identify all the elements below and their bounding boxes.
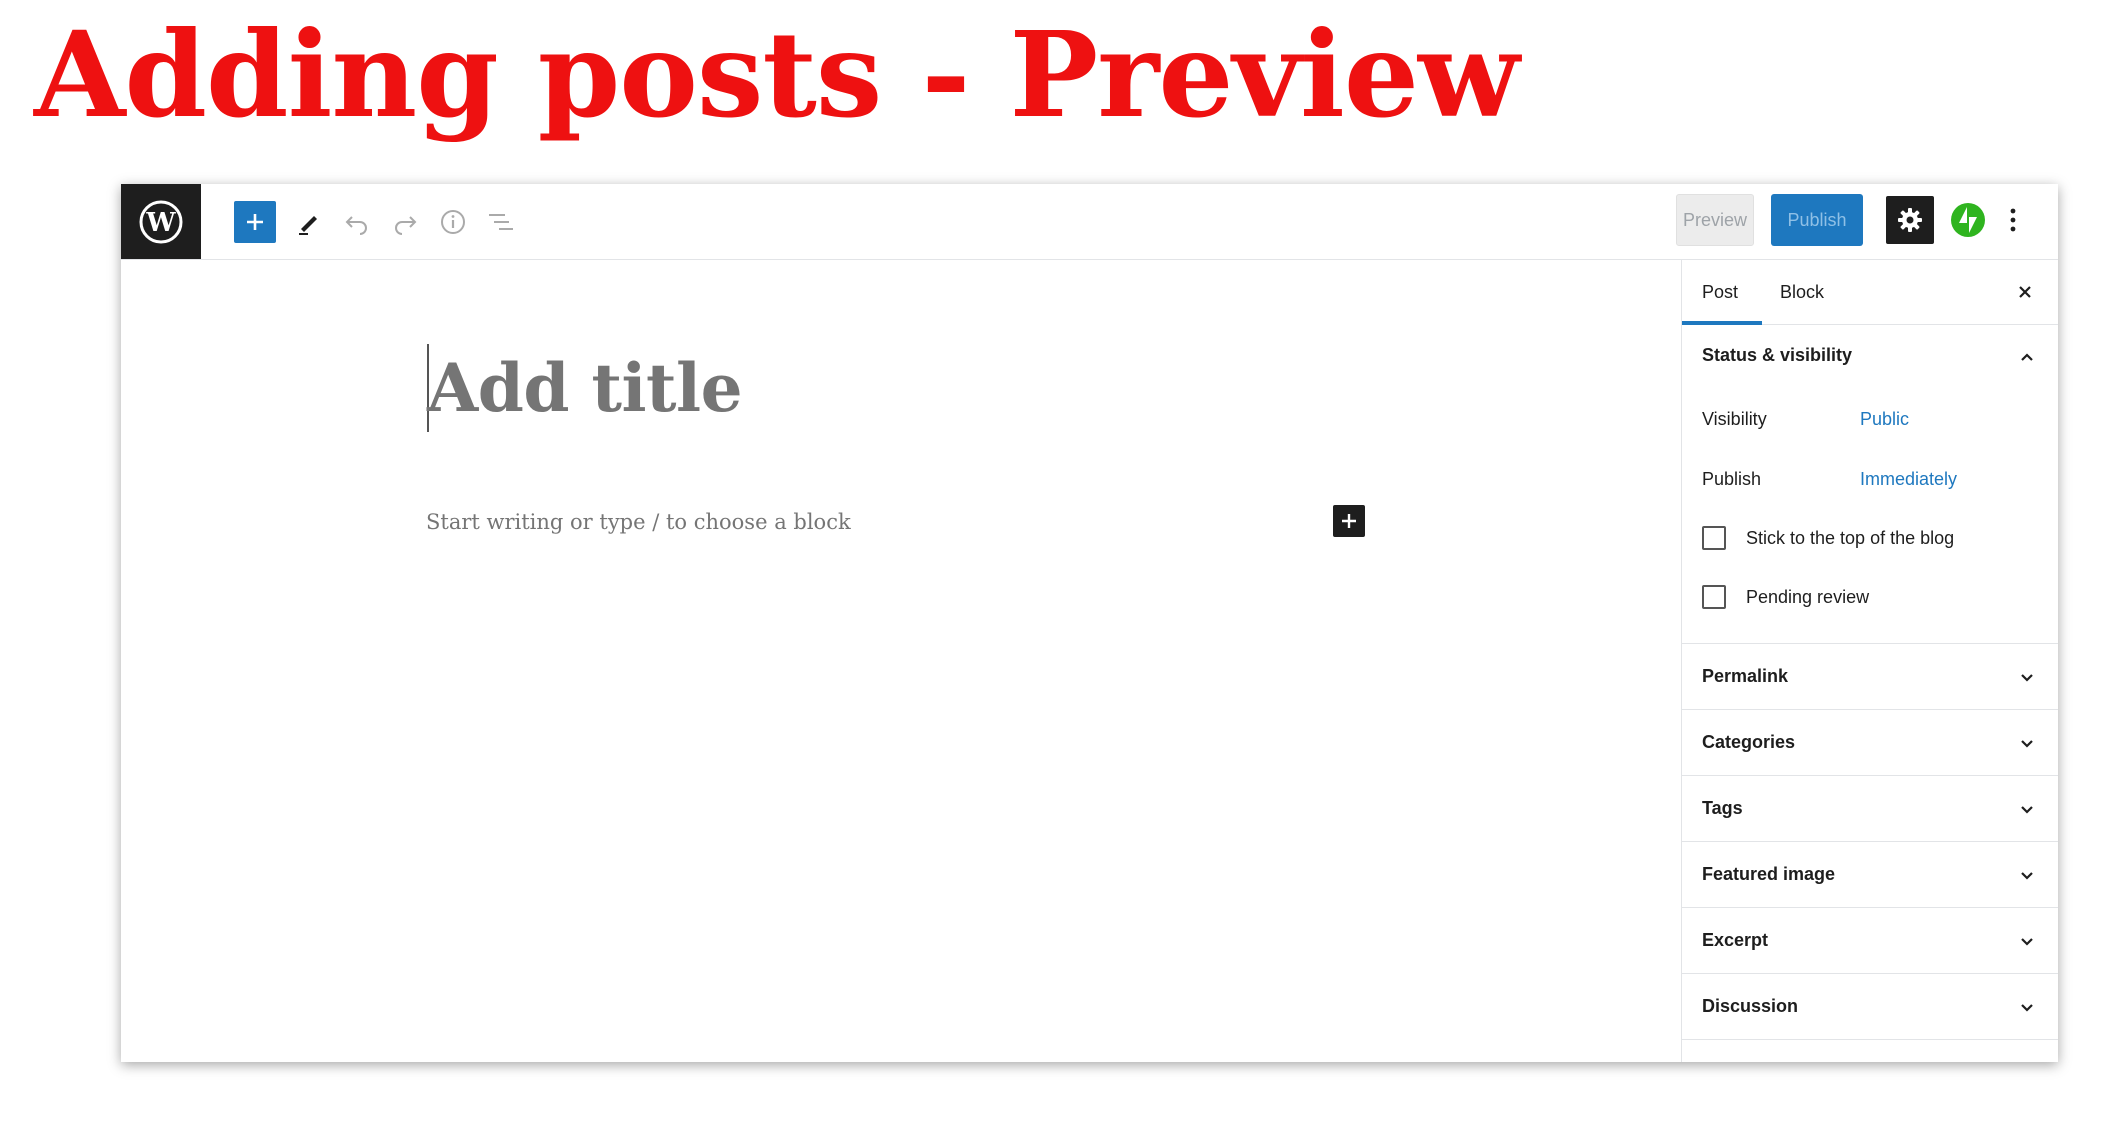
sidebar-tabs: Post Block: [1682, 260, 2058, 325]
panel-featured-image[interactable]: Featured image: [1682, 842, 2058, 908]
sticky-checkbox[interactable]: [1702, 526, 1726, 550]
settings-button[interactable]: [1886, 196, 1934, 244]
redo-icon: [395, 216, 417, 235]
chevron-down-icon: [2021, 674, 2033, 682]
more-options-button[interactable]: [1998, 202, 2028, 238]
panel-tags[interactable]: Tags: [1682, 776, 2058, 842]
publish-button[interactable]: Publish: [1771, 194, 1863, 246]
wordpress-editor-window: W Preview Publish Add title Start writin…: [121, 184, 2058, 1062]
sticky-label[interactable]: Stick to the top of the blog: [1746, 528, 1954, 549]
tab-post[interactable]: Post: [1702, 260, 1738, 323]
panel-title: Categories: [1702, 732, 1796, 752]
panel-discussion[interactable]: Discussion: [1682, 974, 2058, 1040]
settings-sidebar: Post Block Status & visibility Visibilit…: [1681, 260, 2058, 1062]
block-inserter-button[interactable]: [1333, 505, 1365, 537]
close-icon: [2019, 286, 2031, 298]
panel-permalink[interactable]: Permalink: [1682, 644, 2058, 710]
chevron-down-icon: [2021, 872, 2033, 880]
plus-icon: [1342, 514, 1356, 528]
panel-title[interactable]: Status & visibility: [1702, 345, 1852, 366]
chevron-down-icon: [2021, 806, 2033, 814]
redo-button[interactable]: [384, 201, 426, 243]
plus-icon: [247, 214, 263, 230]
block-navigation-button[interactable]: [480, 201, 522, 243]
editor-top-toolbar: W Preview Publish: [121, 184, 2058, 260]
panel-excerpt[interactable]: Excerpt: [1682, 908, 2058, 974]
chevron-down-icon: [2021, 1004, 2033, 1012]
info-icon: [441, 210, 465, 234]
panel-title: Excerpt: [1702, 930, 1769, 950]
panel-title: Permalink: [1702, 666, 1789, 686]
chevron-down-icon: [2021, 938, 2033, 946]
gear-icon: [1898, 208, 1922, 232]
slide-title: Adding posts - Preview: [34, 5, 1520, 144]
tab-block[interactable]: Block: [1780, 260, 1824, 323]
undo-icon: [345, 216, 367, 235]
publish-date-link[interactable]: Immediately: [1860, 469, 1957, 490]
pending-review-checkbox[interactable]: [1702, 585, 1726, 609]
editor-canvas: Add title Start writing or type / to cho…: [121, 260, 1681, 1062]
visibility-label: Visibility: [1702, 409, 1767, 429]
panel-title: Featured image: [1702, 864, 1836, 884]
pending-review-label[interactable]: Pending review: [1746, 587, 1869, 608]
preview-button[interactable]: Preview: [1676, 194, 1754, 246]
default-block-appender[interactable]: Start writing or type / to choose a bloc…: [426, 508, 851, 536]
visibility-value-link[interactable]: Public: [1860, 409, 1909, 430]
list-view-icon: [489, 214, 513, 230]
undo-button[interactable]: [336, 201, 378, 243]
tools-button[interactable]: [288, 201, 330, 243]
add-block-button[interactable]: [234, 201, 276, 243]
jetpack-icon: [1951, 203, 1985, 237]
jetpack-button[interactable]: [1950, 202, 1986, 238]
panel-title: Discussion: [1702, 996, 1799, 1016]
post-title-input[interactable]: Add title: [427, 346, 743, 430]
close-sidebar-button[interactable]: [2013, 280, 2037, 304]
panel-title: Tags: [1702, 798, 1743, 818]
status-visibility-panel: Status & visibility Visibility Public Pu…: [1682, 325, 2058, 644]
publish-label: Publish: [1702, 469, 1762, 489]
pencil-icon: [299, 216, 317, 235]
chevron-up-icon[interactable]: [2017, 347, 2037, 367]
chevron-down-icon: [2021, 740, 2033, 748]
more-vertical-icon: [2010, 208, 2016, 232]
details-button[interactable]: [432, 201, 474, 243]
wordpress-logo-icon[interactable]: W: [121, 184, 201, 259]
svg-text:W: W: [145, 208, 176, 238]
panel-categories[interactable]: Categories: [1682, 710, 2058, 776]
